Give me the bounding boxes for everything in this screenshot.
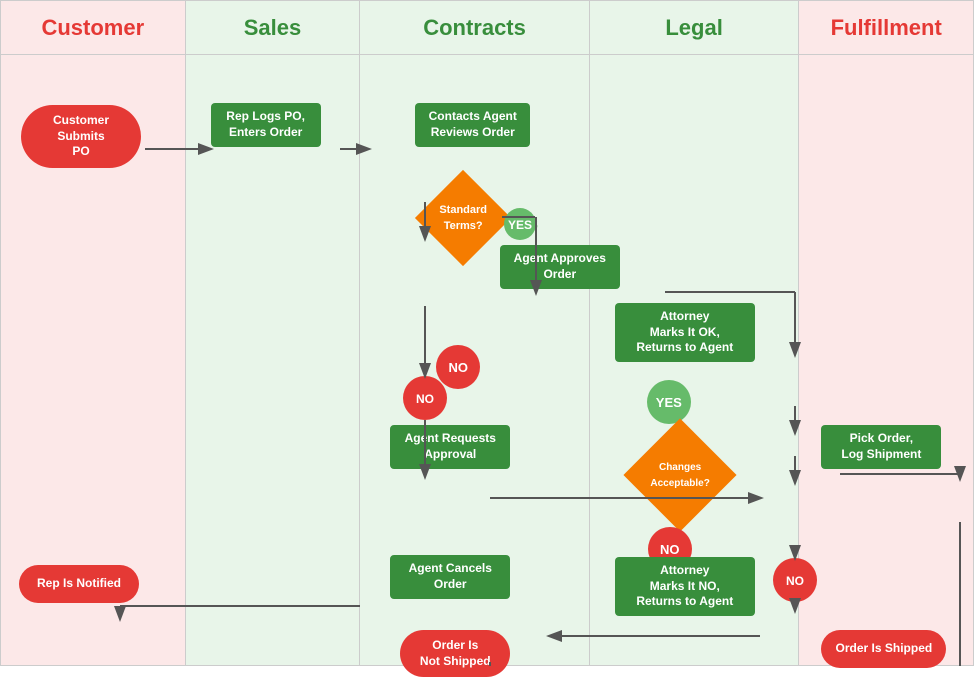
yes-circle-2: YES [647,380,691,424]
lane-header-sales: Sales [186,1,360,55]
lane-header-contracts: Contracts [360,1,589,55]
attorney-marks-no: Attorney Marks It NO, Returns to Agent [615,557,755,616]
lane-fulfillment: Fulfillment Pick Order, Log Shipment Ord… [799,1,973,665]
rep-logs-po: Rep Logs PO, Enters Order [211,103,321,147]
lane-customer: Customer Customer Submits PO Rep Is Noti… [1,1,186,665]
changes-acceptable-label: Changes Acceptable? [648,457,711,492]
lane-body-customer: Customer Submits PO Rep Is Notified [1,55,185,665]
lane-header-legal: Legal [590,1,799,55]
pick-order: Pick Order, Log Shipment [821,425,941,469]
lane-body-legal: Agent Approves Order Attorney Marks It O… [590,55,799,665]
agent-approves-order: Agent Approves Order [500,245,620,289]
standard-terms-label: Standard Terms? [437,200,489,235]
lane-header-customer: Customer [1,1,185,55]
rep-notified: Rep Is Notified [19,565,139,603]
agent-cancels-order: Agent Cancels Order [390,555,510,599]
attorney-marks-ok: Attorney Marks It OK, Returns to Agent [615,303,755,362]
customer-submits-po: Customer Submits PO [21,105,141,168]
lane-sales: Sales Rep Logs PO, Enters Order [186,1,361,665]
order-not-shipped: Order Is Not Shipped [400,630,510,677]
lane-body-fulfillment: Pick Order, Log Shipment Order Is Shippe… [799,55,973,665]
changes-acceptable-diamond: Changes Acceptable? [620,435,740,515]
flowchart-container: Customer Customer Submits PO Rep Is Noti… [0,0,974,666]
contacts-agent: Contacts Agent Reviews Order [415,103,530,147]
lane-body-contracts: Contacts Agent Reviews Order Standard Te… [360,55,589,665]
lane-legal: Legal Agent Approves Order Attorney Mark… [590,1,800,665]
order-shipped: Order Is Shipped [821,630,946,668]
lane-contracts: Contracts Contacts Agent Reviews Order S… [360,1,590,665]
agent-requests-approval: Agent Requests Approval [390,425,510,469]
lane-body-sales: Rep Logs PO, Enters Order [186,55,360,665]
lane-header-fulfillment: Fulfillment [799,1,973,55]
no-circle-1: NO [436,345,480,389]
standard-terms-diamond: Standard Terms? [415,183,510,253]
